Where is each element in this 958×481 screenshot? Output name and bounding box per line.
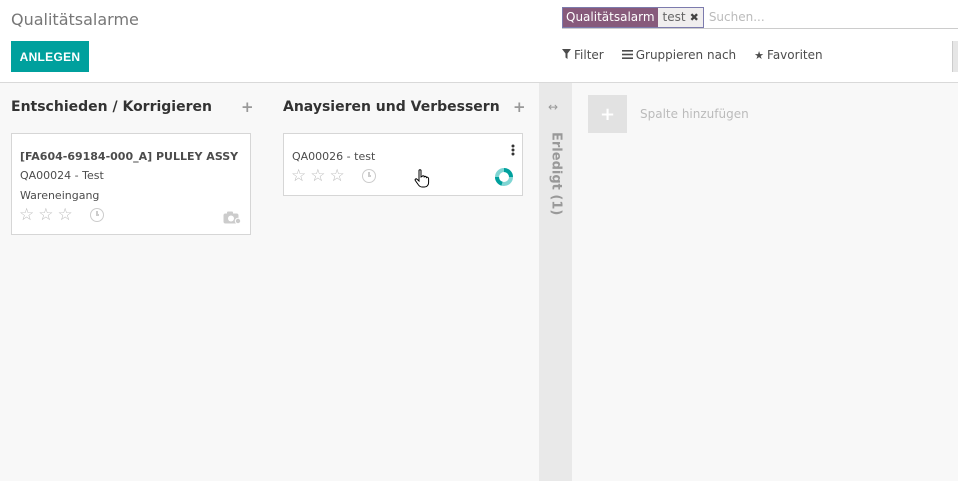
- star-icon: ★: [754, 48, 765, 62]
- kanban-card[interactable]: QA00026 - test ☆ ☆ ☆: [283, 133, 523, 196]
- card-title: [FA604-69184-000_A] PULLEY ASSY: [20, 150, 239, 163]
- mouse-cursor-icon: [414, 169, 430, 192]
- column-add-icon[interactable]: +: [513, 98, 526, 116]
- create-button[interactable]: ANLEGEN: [11, 41, 89, 72]
- group-by-button[interactable]: Gruppieren nach: [621, 48, 737, 62]
- control-panel: Qualitätsalarme ANLEGEN Qualitätsalarm t…: [0, 0, 958, 83]
- priority-stars[interactable]: ☆ ☆ ☆: [19, 207, 73, 224]
- card-menu-icon[interactable]: [511, 141, 515, 156]
- card-reference: QA00026 - test: [292, 150, 376, 163]
- star-icon[interactable]: ☆: [38, 207, 53, 224]
- loading-spinner-icon: [494, 167, 514, 191]
- add-column-button[interactable]: +: [588, 95, 627, 133]
- star-icon[interactable]: ☆: [58, 207, 73, 224]
- favorites-label: Favoriten: [767, 48, 823, 62]
- filter-button[interactable]: Filter: [562, 48, 604, 62]
- activity-clock-icon[interactable]: [362, 169, 376, 183]
- star-icon[interactable]: ☆: [291, 168, 306, 185]
- column-title: Entschieden / Korrigieren: [11, 99, 212, 115]
- star-icon[interactable]: ☆: [310, 168, 325, 185]
- camera-icon[interactable]: [223, 209, 242, 228]
- card-team: Wareneingang: [20, 189, 100, 202]
- expand-arrows-icon[interactable]: ↔: [548, 100, 558, 114]
- card-reference: QA00024 - Test: [20, 169, 104, 182]
- view-switcher-edge[interactable]: [952, 41, 958, 72]
- filter-icon: [562, 48, 571, 62]
- filter-label: Filter: [574, 48, 604, 62]
- facet-label: Qualitätsalarm: [563, 7, 658, 27]
- add-column-label[interactable]: Spalte hinzufügen: [640, 107, 749, 121]
- column-title: Anaysieren und Verbessern: [283, 99, 500, 115]
- bars-icon: [621, 49, 633, 62]
- activity-clock-icon[interactable]: [90, 208, 104, 222]
- priority-stars[interactable]: ☆ ☆ ☆: [291, 168, 345, 185]
- star-icon[interactable]: ☆: [19, 207, 34, 224]
- group-by-label: Gruppieren nach: [635, 48, 737, 62]
- search-options: Filter Gruppieren nach ★ Favoriten: [562, 48, 841, 62]
- search-input[interactable]: [708, 10, 939, 24]
- column-add-icon[interactable]: +: [241, 98, 254, 116]
- facet-remove-icon[interactable]: ✖: [690, 11, 699, 24]
- search-bar: Qualitätsalarm test ✖: [562, 6, 958, 29]
- kanban-card[interactable]: [FA604-69184-000_A] PULLEY ASSY QA00024 …: [11, 133, 251, 235]
- facet-value: test: [662, 10, 686, 24]
- favorites-button[interactable]: ★ Favoriten: [754, 48, 822, 62]
- page-title: Qualitätsalarme: [11, 10, 139, 29]
- folded-column-title: Erledigt (1): [548, 132, 564, 216]
- star-icon[interactable]: ☆: [330, 168, 345, 185]
- facet-value-wrap: test ✖: [657, 7, 703, 27]
- search-facet: Qualitätsalarm test ✖: [562, 6, 704, 28]
